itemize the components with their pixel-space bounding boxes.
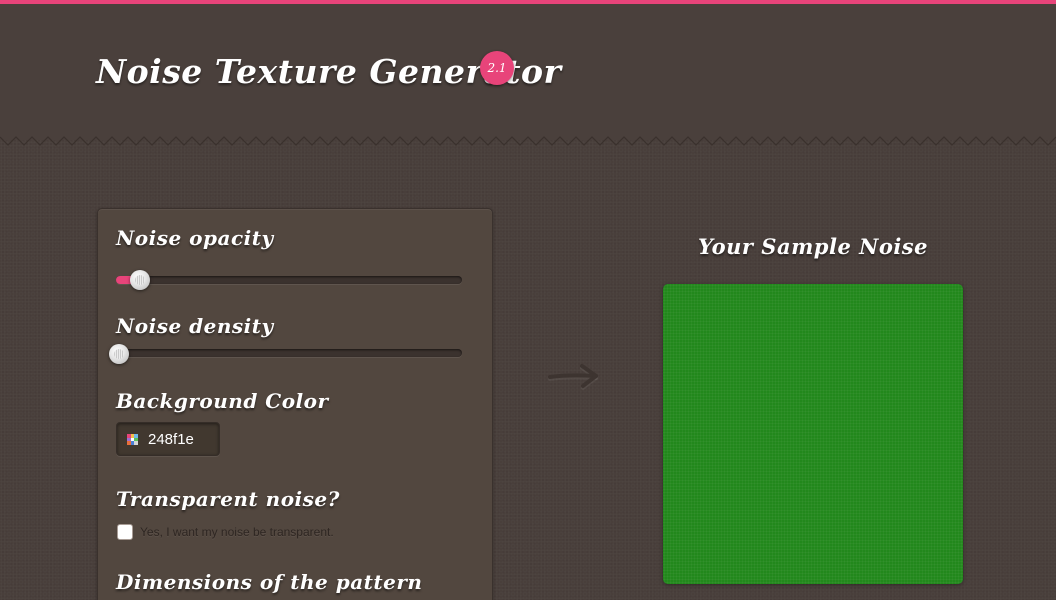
noise-opacity-label: Noise opacity <box>116 226 274 250</box>
version-badge: 2.1 <box>480 51 514 85</box>
noise-density-handle[interactable] <box>109 344 129 364</box>
noise-opacity-slider[interactable] <box>116 276 462 284</box>
transparent-noise-checkbox-label[interactable]: Yes, I want my noise be transparent. <box>140 525 334 539</box>
transparent-noise-label: Transparent noise? <box>116 487 340 511</box>
background-color-input[interactable]: 248f1e <box>116 422 220 456</box>
noise-density-label: Noise density <box>116 314 274 338</box>
right-arrow-icon <box>548 364 598 390</box>
transparent-noise-checkbox[interactable] <box>117 524 133 540</box>
background-color-value: 248f1e <box>148 431 194 448</box>
sample-noise-title: Your Sample Noise <box>697 234 928 259</box>
sample-noise-preview <box>663 284 963 584</box>
noise-density-slider[interactable] <box>116 349 462 357</box>
color-picker-icon <box>127 434 138 445</box>
zigzag-divider <box>0 136 1056 146</box>
dimensions-label: Dimensions of the pattern <box>116 570 423 594</box>
background-color-label: Background Color <box>116 389 329 413</box>
